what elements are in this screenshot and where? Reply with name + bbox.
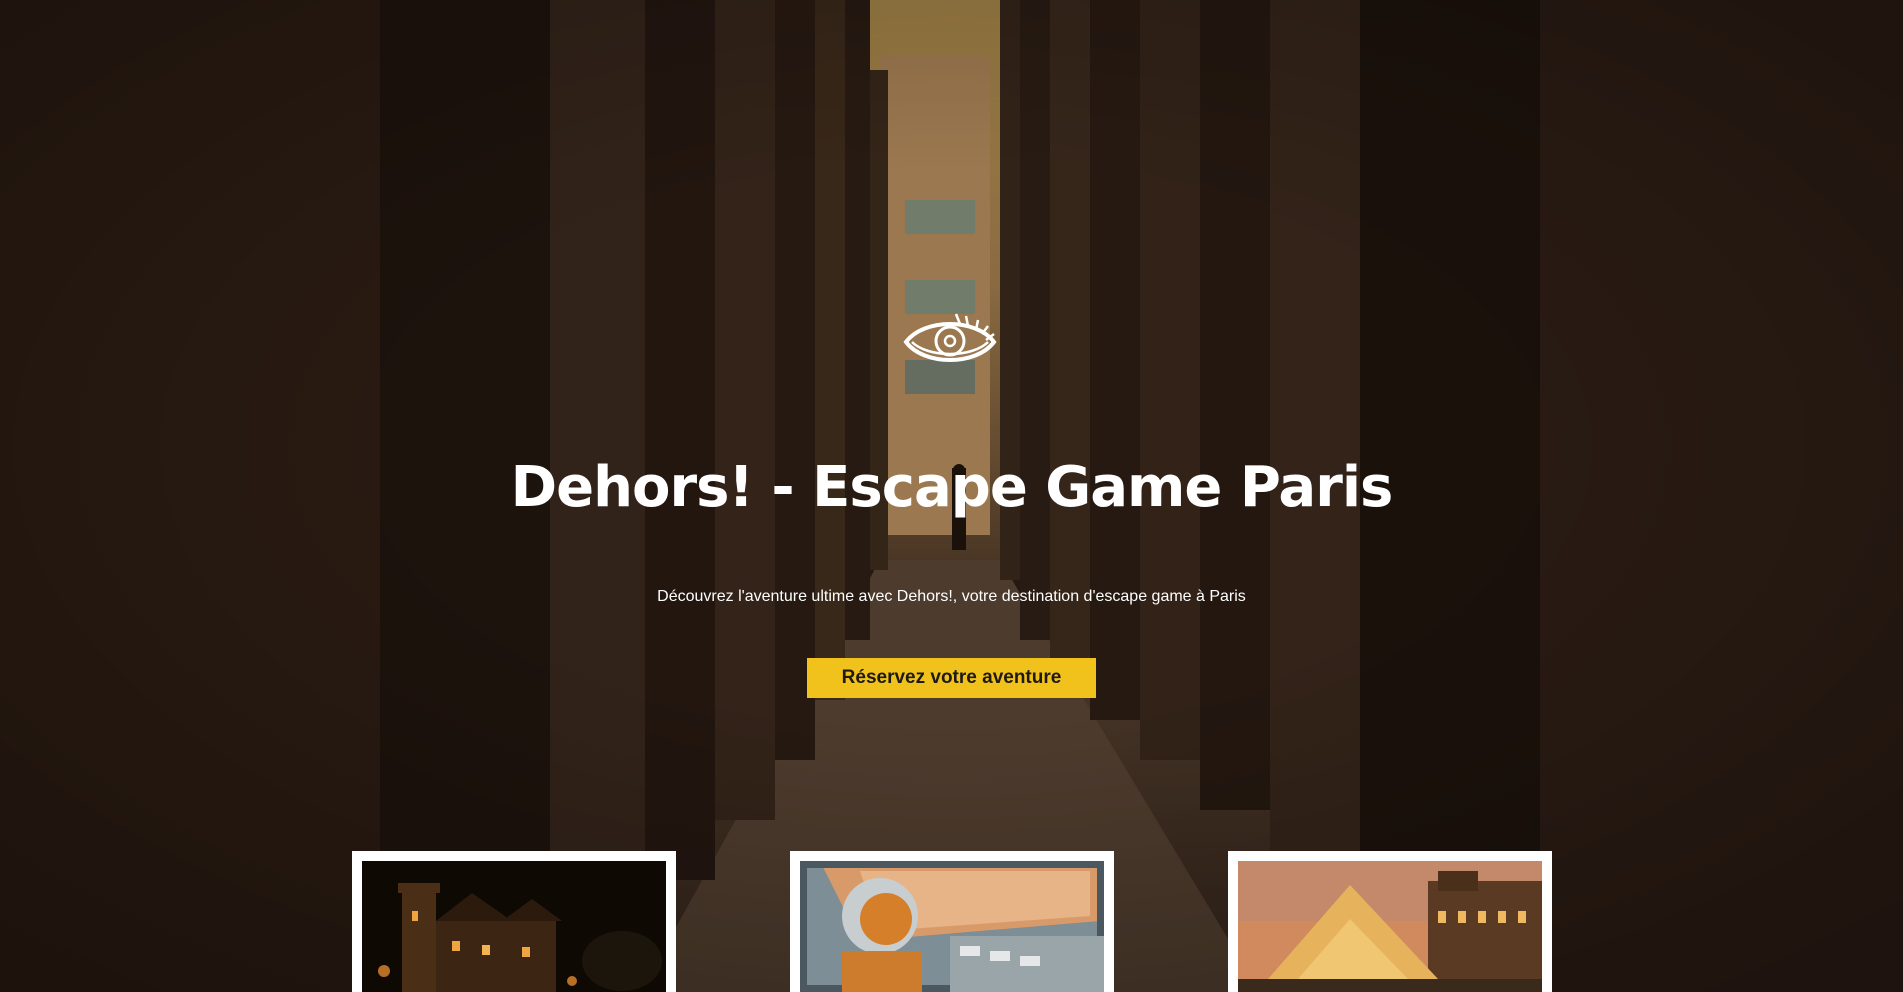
- louvre-image: [1238, 861, 1542, 992]
- page-title: Dehors! - Escape Game Paris: [510, 455, 1394, 520]
- castle-night-image: [362, 861, 666, 992]
- book-adventure-button[interactable]: Réservez votre aventure: [807, 658, 1096, 698]
- hero-subtitle: Découvrez l'aventure ultime avec Dehors!…: [657, 588, 1246, 605]
- hero-section: Dehors! - Escape Game Paris Découvrez l'…: [0, 0, 1903, 992]
- escape-card-space[interactable]: [790, 851, 1114, 992]
- escape-card-louvre[interactable]: [1228, 851, 1552, 992]
- escape-card-castle[interactable]: [352, 851, 676, 992]
- eye-icon: [902, 310, 998, 372]
- astronaut-image: [800, 861, 1104, 992]
